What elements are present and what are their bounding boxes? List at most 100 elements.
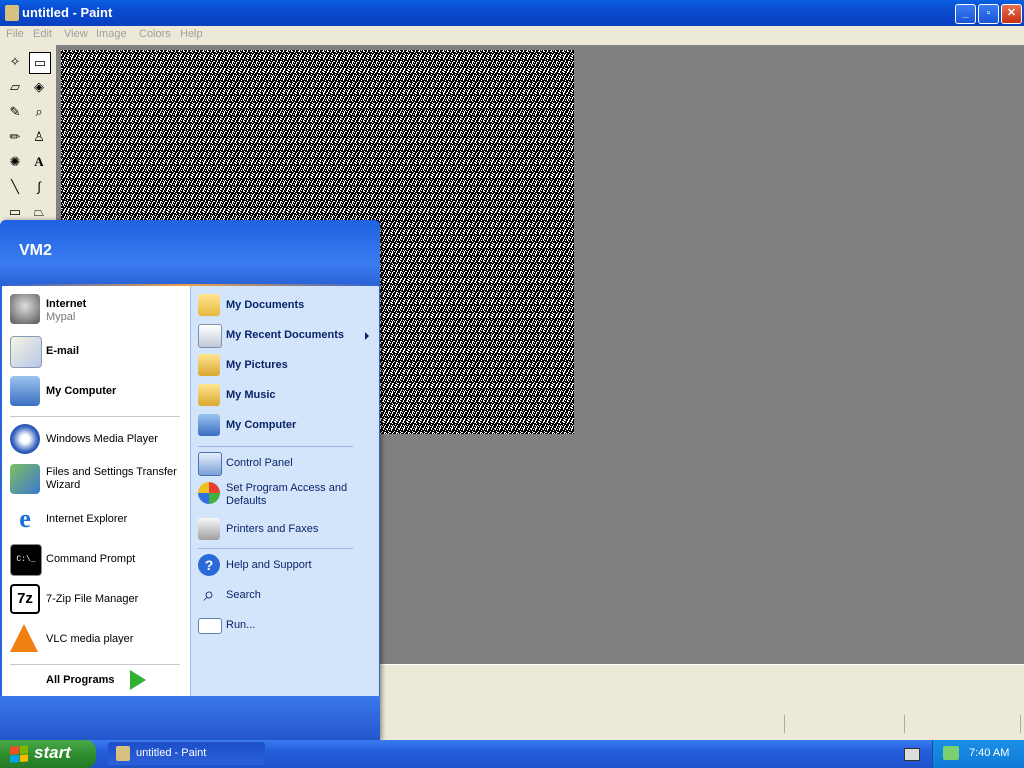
brush-icon[interactable]: ♙ [29, 127, 49, 147]
pencil-icon[interactable]: ✏ [5, 127, 25, 147]
recent-item-label: Windows Media Player [46, 433, 158, 445]
windows-logo-icon [10, 745, 28, 763]
folder-pictures-icon [198, 354, 220, 376]
recent-7zip[interactable]: 7z 7-Zip File Manager [10, 584, 188, 618]
recent-vlc[interactable]: VLC media player [10, 624, 188, 658]
folder-docs-icon [198, 294, 220, 316]
menu-file[interactable]: File [6, 28, 24, 40]
recent-item-label: VLC media player [46, 633, 134, 645]
menu-colors[interactable]: Colors [139, 28, 171, 40]
media-player-icon [10, 424, 40, 454]
magnifier-icon[interactable]: ⌕ [29, 102, 49, 122]
curve-icon[interactable]: ∫ [29, 177, 49, 197]
search-icon: ⌕ [203, 584, 215, 606]
recent-files-settings-transfer[interactable]: Files and Settings Transfer Wizard [10, 464, 188, 498]
run-icon [198, 618, 222, 634]
paint-icon [5, 5, 19, 21]
menu-help[interactable]: Help [180, 28, 203, 40]
start-menu: VM2 Internet Mypal E-mail My Computer Wi… [0, 220, 380, 740]
user-name: VM2 [19, 242, 52, 259]
start-menu-header: VM2 [0, 220, 380, 284]
start-button[interactable]: start [0, 740, 96, 768]
taskbar-item-label: untitled - Paint [136, 747, 207, 759]
setting-printers-faxes[interactable]: Printers and Faxes [198, 518, 373, 542]
pinned-my-computer-label: My Computer [46, 385, 117, 397]
taskbar: start untitled - Paint 7:40 AM [0, 740, 1024, 768]
separator [198, 548, 353, 549]
help-icon: ? [198, 554, 220, 576]
taskbar-item-paint[interactable]: untitled - Paint [108, 742, 265, 765]
pinned-internet[interactable]: Internet Mypal [10, 294, 188, 328]
setting-program-access[interactable]: Set Program Access and Defaults [198, 482, 373, 512]
eraser-icon[interactable]: ▱ [5, 77, 25, 97]
status-bar [380, 664, 1024, 741]
cmd-icon: C:\_ [10, 544, 42, 576]
place-label: My Documents [226, 299, 305, 311]
recent-docs-icon [198, 324, 222, 348]
pinned-email[interactable]: E-mail [10, 336, 188, 370]
setting-label: Set Program Access and Defaults [226, 482, 348, 507]
menu-image[interactable]: Image [96, 28, 127, 40]
recent-command-prompt[interactable]: C:\_ Command Prompt [10, 544, 188, 578]
menu-bar: File Edit View Image Colors Help [0, 26, 1024, 45]
place-label: My Music [226, 389, 276, 401]
7zip-icon: 7z [10, 584, 40, 614]
text-icon[interactable]: A [29, 152, 49, 172]
menu-edit[interactable]: Edit [33, 28, 52, 40]
computer-icon [10, 376, 40, 406]
minimize-button[interactable]: _ [955, 4, 976, 24]
pinned-my-computer[interactable]: My Computer [10, 376, 188, 410]
folder-music-icon [198, 384, 220, 406]
fill-icon[interactable]: ◈ [29, 77, 49, 97]
place-my-pictures[interactable]: My Pictures [198, 354, 373, 378]
start-menu-footer [0, 696, 380, 740]
place-label: My Pictures [226, 359, 288, 371]
transfer-wizard-icon [10, 464, 40, 494]
setting-control-panel[interactable]: Control Panel [198, 452, 373, 476]
recent-item-label: Internet Explorer [46, 513, 128, 525]
rect-select-icon[interactable]: ▭ [29, 52, 51, 74]
computer-icon [198, 414, 220, 436]
place-my-computer[interactable]: My Computer [198, 414, 373, 438]
place-my-documents[interactable]: My Documents [198, 294, 373, 318]
toolbox: ✧ ▭ ▱ ◈ ✎ ⌕ ✏ ♙ ✺ A ╲ ∫ ▭ ⏢ [0, 45, 56, 245]
help-label: Help and Support [226, 559, 312, 571]
recent-item-label: 7-Zip File Manager [46, 593, 139, 605]
start-menu-programs: Internet Mypal E-mail My Computer Window… [2, 286, 190, 696]
clock[interactable]: 7:40 AM [969, 747, 1009, 759]
place-label: My Computer [226, 419, 297, 431]
email-icon [10, 336, 42, 368]
recent-internet-explorer[interactable]: e Internet Explorer [10, 504, 188, 538]
place-my-music[interactable]: My Music [198, 384, 373, 408]
help-label: Run... [226, 619, 256, 631]
pinned-internet-sub: Mypal [46, 311, 76, 323]
window-title: untitled - Paint [22, 5, 113, 20]
pinned-internet-label: Internet [46, 298, 87, 310]
rectangle-icon[interactable]: ▭ [5, 202, 25, 222]
maximize-button[interactable]: ▫ [978, 4, 999, 24]
setting-label: Printers and Faxes [226, 523, 319, 535]
printer-icon [198, 518, 220, 540]
network-icon[interactable] [943, 746, 959, 760]
window-titlebar[interactable]: untitled - Paint _ ▫ ✕ [0, 0, 1024, 26]
system-tray: 7:40 AM [932, 740, 1024, 768]
place-my-recent-documents[interactable]: My Recent Documents [198, 324, 373, 348]
line-icon[interactable]: ╲ [5, 177, 25, 197]
menu-view[interactable]: View [64, 28, 88, 40]
status-divider [784, 715, 785, 733]
airbrush-icon[interactable]: ✺ [5, 152, 25, 172]
polygon-icon[interactable]: ⏢ [29, 202, 49, 222]
keyboard-icon[interactable] [904, 748, 920, 761]
help-label: Search [226, 589, 261, 601]
recent-windows-media-player[interactable]: Windows Media Player [10, 424, 188, 458]
paint-icon [116, 746, 130, 761]
all-programs-button[interactable]: All Programs [10, 668, 188, 692]
arrow-right-icon [130, 670, 146, 690]
color-picker-icon[interactable]: ✎ [5, 102, 25, 122]
close-button[interactable]: ✕ [1001, 4, 1022, 24]
free-select-icon[interactable]: ✧ [5, 52, 25, 72]
help-and-support[interactable]: ? Help and Support [198, 554, 373, 578]
setting-label: Control Panel [226, 457, 293, 469]
run-item[interactable]: Run... [198, 614, 373, 638]
search-item[interactable]: ⌕ Search [198, 584, 373, 608]
